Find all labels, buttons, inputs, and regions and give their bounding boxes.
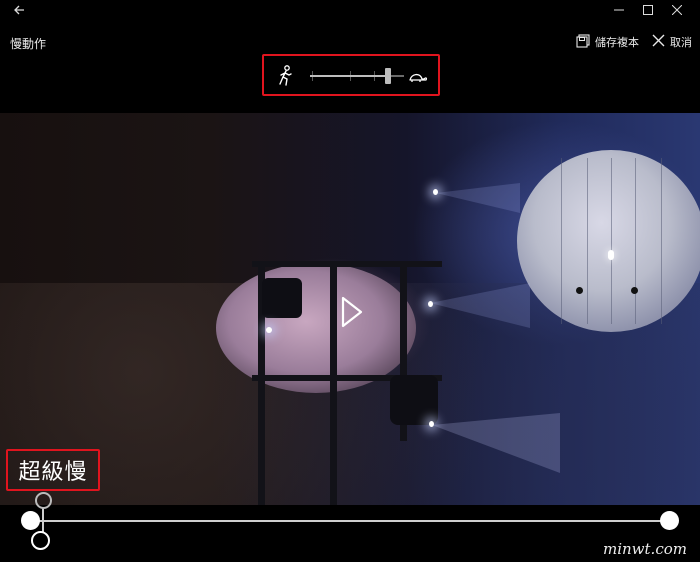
walking-person-icon [276,65,294,87]
spot-light [429,421,434,427]
title-bar [0,0,700,24]
trim-start-handle[interactable] [21,511,40,530]
slow-range-stem [42,508,44,532]
minimize-icon [614,4,624,18]
save-copy-button[interactable]: 儲存複本 [576,33,639,51]
back-arrow-icon [13,4,25,20]
close-x-icon [652,34,665,50]
spot-light [266,327,272,333]
spot-light [428,301,433,307]
slow-speed-annotation: 超級慢 [6,449,100,491]
back-button[interactable] [8,3,30,21]
trim-end-handle[interactable] [660,511,679,530]
close-icon [671,4,683,18]
annotation-label: 超級慢 [18,460,88,485]
turtle-icon [408,69,428,83]
cancel-label: 取消 [670,36,692,49]
maximize-icon [643,4,653,18]
speed-slider-highlight [262,54,440,96]
play-icon[interactable] [333,294,369,330]
slow-range-start-knob[interactable] [35,492,52,509]
save-copy-label: 儲存複本 [595,36,639,49]
speed-slider-fill [310,75,388,77]
playhead-knob[interactable] [31,531,50,550]
cancel-button[interactable]: 取消 [652,33,692,51]
speed-slider-thumb[interactable] [385,68,391,84]
video-preview[interactable] [0,113,700,505]
spot-light [433,189,438,195]
minimize-button[interactable] [604,2,634,20]
save-copy-icon [576,33,590,51]
watermark: minwt.com [603,540,687,558]
maximize-button[interactable] [633,2,663,20]
timeline-track[interactable] [30,520,670,522]
close-window-button[interactable] [662,2,692,20]
app-title: 慢動作 [10,37,47,51]
